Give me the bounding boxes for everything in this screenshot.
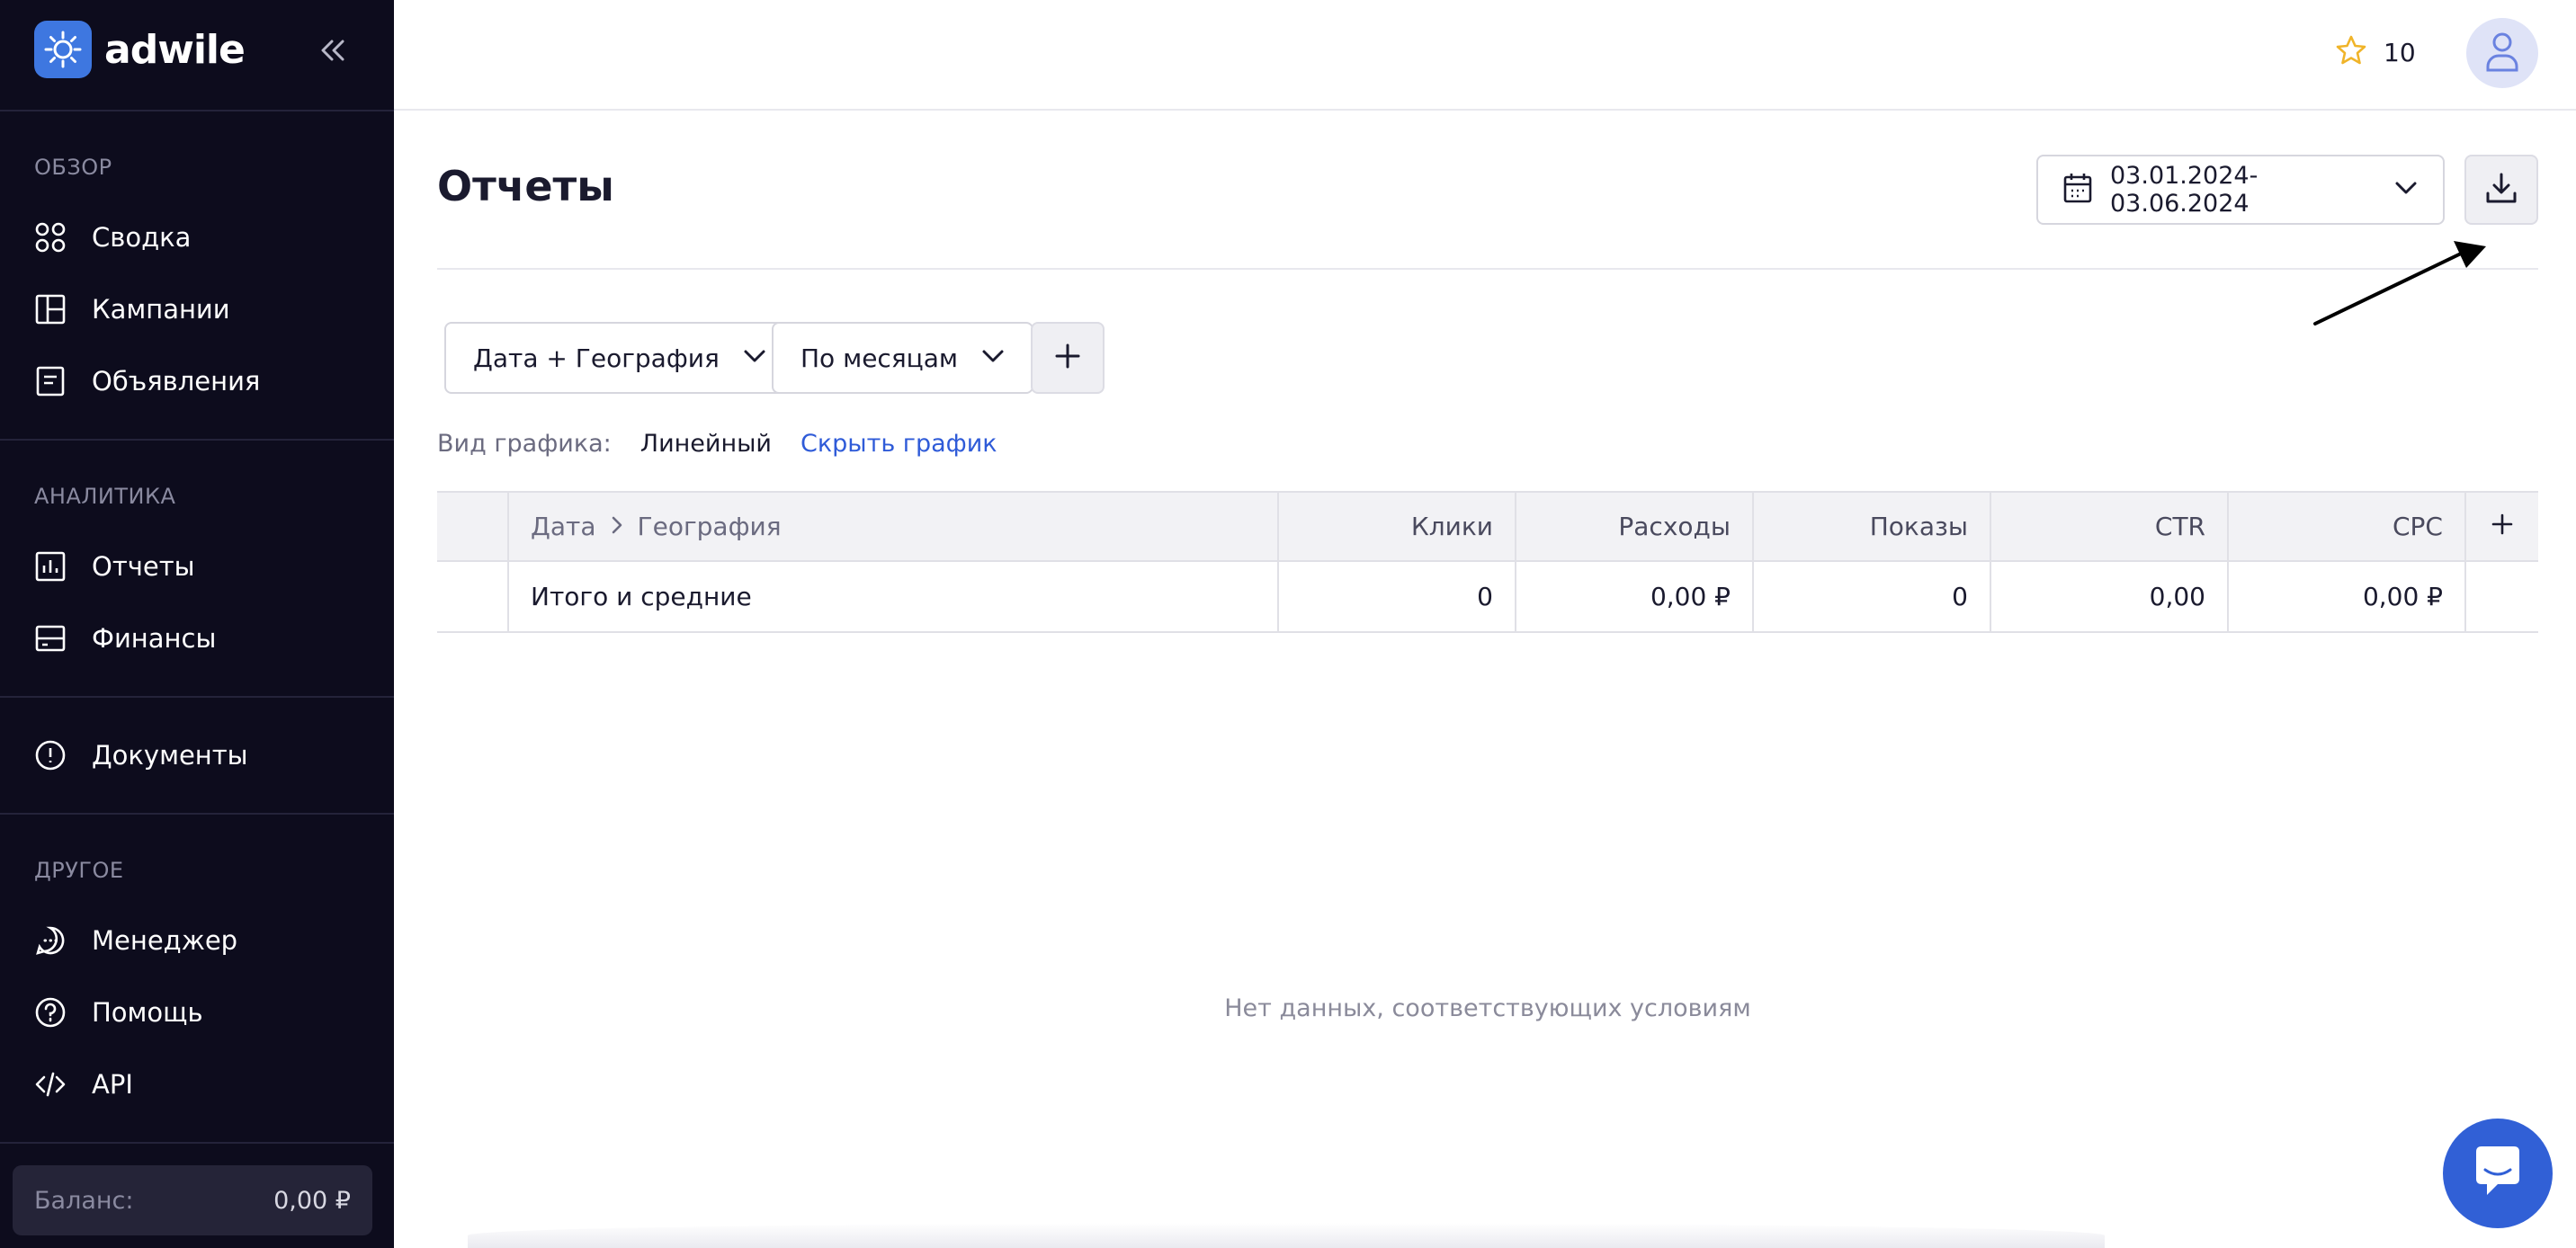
sidebar-divider <box>0 1142 394 1144</box>
rating-value: 10 <box>2384 37 2416 67</box>
bottom-shadow <box>468 1223 2105 1248</box>
table-header: Дата География Клики Расходы Показы CTR … <box>437 491 2538 562</box>
date-range-picker[interactable]: 03.01.2024-03.06.2024 <box>2036 155 2445 225</box>
download-button[interactable] <box>2464 155 2538 225</box>
table-row-totals: Итого и средние 0 0,00 ₽ 0 0,00 0,00 ₽ <box>437 562 2538 633</box>
star-icon <box>2335 34 2367 70</box>
balance-label: Баланс: <box>34 1186 134 1215</box>
balance-value: 0,00 ₽ <box>273 1186 351 1215</box>
chat-icon <box>34 924 67 957</box>
sidebar-item-label: Помощь <box>92 997 203 1028</box>
report-table: Дата География Клики Расходы Показы CTR … <box>437 491 2538 633</box>
download-icon <box>2485 172 2518 208</box>
user-icon <box>2484 31 2520 76</box>
period-value: По месяцам <box>801 343 959 373</box>
help-circle-icon <box>34 996 67 1029</box>
sidebar-item-campaigns[interactable]: Кампании <box>34 282 367 336</box>
totals-clicks: 0 <box>1279 562 1516 631</box>
chevron-down-icon <box>743 349 766 367</box>
logo-icon <box>34 21 92 78</box>
totals-label: Итого и средние <box>509 562 1279 631</box>
sidebar-item-label: Отчеты <box>92 551 195 582</box>
table-cell-empty <box>2466 562 2538 631</box>
logo-text: adwile <box>104 26 246 73</box>
totals-spend: 0,00 ₽ <box>1516 562 1754 631</box>
chart-settings: Вид графика: Линейный Скрыть график <box>437 430 997 458</box>
rating[interactable]: 10 <box>2335 34 2416 70</box>
bar-chart-icon <box>34 550 67 583</box>
calendar-icon <box>2063 173 2092 207</box>
section-label-other: ДРУГОЕ <box>34 858 124 883</box>
column-header-spend[interactable]: Расходы <box>1516 493 1754 560</box>
chat-bubble-icon <box>2469 1143 2527 1204</box>
sidebar-divider <box>0 813 394 815</box>
column-header-clicks[interactable]: Клики <box>1279 493 1516 560</box>
sidebar-item-documents[interactable]: Документы <box>34 728 367 782</box>
add-column-button[interactable] <box>2466 493 2538 560</box>
sidebar-item-reports[interactable]: Отчеты <box>34 539 367 593</box>
chevron-down-icon <box>981 349 1005 367</box>
sidebar-item-label: Кампании <box>92 294 230 325</box>
collapse-sidebar-icon[interactable] <box>317 34 349 67</box>
section-label-analytics: АНАЛИТИКА <box>34 484 176 509</box>
chart-type-select[interactable]: Линейный <box>640 430 772 458</box>
document-icon <box>34 365 67 397</box>
grouping-select[interactable]: Дата + География <box>444 322 795 394</box>
support-chat-button[interactable] <box>2443 1119 2553 1228</box>
grouping-value: Дата + География <box>473 343 720 373</box>
period-select[interactable]: По месяцам <box>772 322 1034 394</box>
sidebar-item-label: Менеджер <box>92 925 238 956</box>
grid-icon <box>34 221 67 254</box>
grouping-breadcrumb[interactable]: Дата География <box>509 493 1279 560</box>
sidebar-item-ads[interactable]: Объявления <box>34 354 367 408</box>
code-icon <box>34 1068 67 1101</box>
section-label-overview: ОБЗОР <box>34 155 112 180</box>
page-title: Отчеты <box>437 162 614 210</box>
sidebar-divider <box>0 110 394 111</box>
avatar[interactable] <box>2466 18 2538 88</box>
annotation-arrow <box>2313 241 2486 325</box>
sidebar-item-label: Объявления <box>92 366 261 397</box>
sidebar-item-label: Финансы <box>92 623 217 654</box>
totals-impressions: 0 <box>1754 562 1991 631</box>
totals-cpc: 0,00 ₽ <box>2229 562 2466 631</box>
plus-icon <box>2491 512 2513 541</box>
credit-card-icon <box>34 622 67 655</box>
sidebar-divider <box>0 696 394 698</box>
chevron-right-icon <box>611 512 623 541</box>
breadcrumb-date[interactable]: Дата <box>531 512 596 541</box>
chart-type-label: Вид графика: <box>437 430 612 458</box>
date-range-value: 03.01.2024-03.06.2024 <box>2110 162 2258 218</box>
column-header-ctr[interactable]: CTR <box>1991 493 2229 560</box>
hide-chart-link[interactable]: Скрыть график <box>801 430 997 458</box>
sidebar-item-label: Документы <box>92 740 248 771</box>
sidebar-item-finance[interactable]: Финансы <box>34 611 367 665</box>
sidebar-divider <box>0 439 394 441</box>
chevron-down-icon <box>2394 181 2418 199</box>
totals-ctr: 0,00 <box>1991 562 2229 631</box>
sidebar-item-label: Сводка <box>92 222 192 253</box>
table-cell-empty <box>437 562 509 631</box>
layout-icon <box>34 293 67 325</box>
sidebar: adwile ОБЗОР Сводка Кампании Объявления … <box>0 0 394 1248</box>
top-bar <box>394 0 2576 111</box>
add-filter-button[interactable] <box>1031 322 1105 394</box>
header-divider <box>437 268 2538 270</box>
balance-widget[interactable]: Баланс: 0,00 ₽ <box>13 1165 372 1235</box>
breadcrumb-geo[interactable]: География <box>638 512 782 541</box>
sidebar-item-summary[interactable]: Сводка <box>34 210 367 264</box>
sidebar-item-manager[interactable]: Менеджер <box>34 914 367 967</box>
sidebar-item-api[interactable]: API <box>34 1057 367 1111</box>
sidebar-item-help[interactable]: Помощь <box>34 985 367 1039</box>
sidebar-item-label: API <box>92 1069 133 1100</box>
table-cell-empty <box>437 493 509 560</box>
logo[interactable]: adwile <box>34 20 358 79</box>
column-header-impressions[interactable]: Показы <box>1754 493 1991 560</box>
column-header-cpc[interactable]: CPC <box>2229 493 2466 560</box>
empty-state-message: Нет данных, соответствующих условиям <box>1224 994 1751 1022</box>
plus-icon <box>1054 343 1081 373</box>
alert-circle-icon <box>34 739 67 771</box>
